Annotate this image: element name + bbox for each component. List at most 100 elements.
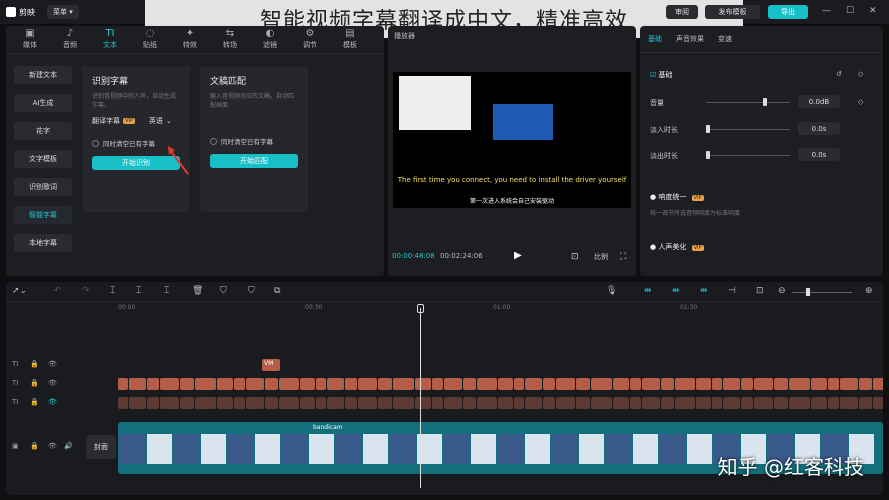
review-button[interactable]: 审阅 (666, 5, 698, 19)
subtitle-clip[interactable] (316, 397, 326, 409)
text-clip[interactable]: VM (262, 359, 280, 371)
subtitle-clip[interactable] (789, 378, 810, 390)
start-match-button[interactable]: 开始匹配 (210, 154, 298, 168)
subtitle-clip[interactable] (147, 378, 159, 390)
tab-speed[interactable]: 变速 (718, 34, 732, 44)
subtitle-clip[interactable] (415, 397, 431, 409)
subtitle-clip[interactable] (129, 378, 146, 390)
basic-section[interactable]: ☑ 基础 (650, 70, 673, 80)
split-icon[interactable]: ⌶ (110, 286, 115, 296)
subtitle-clip[interactable] (591, 378, 612, 390)
subtitle-clip[interactable] (556, 378, 575, 390)
undo-icon[interactable]: ↶ (54, 286, 62, 296)
minimize-icon[interactable]: — (822, 6, 831, 16)
subtitle-clip[interactable] (118, 378, 128, 390)
subtitle-clip[interactable] (543, 397, 555, 409)
subtitle-clip[interactable] (498, 397, 513, 409)
subtitle-clip[interactable] (393, 378, 414, 390)
lock-icon[interactable]: 🔒 (30, 398, 39, 406)
volume-knob[interactable] (763, 98, 767, 106)
subtitle-clip[interactable] (432, 378, 443, 390)
subtitle-clip[interactable] (463, 397, 476, 409)
subtitle-clip[interactable] (642, 397, 660, 409)
subtitle-clip[interactable] (741, 378, 753, 390)
subtitle-clip[interactable] (859, 378, 872, 390)
eye-icon[interactable]: 👁 (48, 379, 57, 387)
microphone-icon[interactable]: 🎙 (606, 286, 617, 296)
subtitle-clip[interactable] (630, 397, 641, 409)
tab-media[interactable]: ▣ 媒体 (10, 28, 50, 53)
tab-text[interactable]: TI 文本 (90, 28, 130, 53)
subtitle-clip[interactable] (754, 378, 773, 390)
subtitle-clip[interactable] (811, 378, 827, 390)
mark-icon[interactable]: ⛉ (248, 286, 255, 296)
subtitle-clip[interactable] (525, 397, 542, 409)
fadeout-value[interactable]: 0.0s (798, 148, 840, 161)
subtitle-clip[interactable] (234, 378, 245, 390)
tab-adjust[interactable]: ⚙ 调节 (290, 28, 330, 53)
subtitle-clip[interactable] (160, 378, 179, 390)
subtitle-clip[interactable] (576, 378, 590, 390)
subtitle-clip[interactable] (279, 378, 299, 390)
subtitle-clip[interactable] (774, 397, 788, 409)
subtitle-clip[interactable] (859, 397, 872, 409)
subtitle-clip[interactable] (217, 397, 233, 409)
tab-filter[interactable]: ◐ 滤镜 (250, 28, 290, 53)
zoom-out-icon[interactable]: ⊖ (778, 286, 786, 296)
subtitle-clip[interactable] (195, 397, 216, 409)
subtitle-clip[interactable] (789, 397, 810, 409)
keyframe-icon[interactable]: ◇ (858, 70, 863, 78)
subtitle-clip[interactable] (393, 397, 414, 409)
subtitle-clip[interactable] (840, 378, 858, 390)
subtitle-clip[interactable] (316, 378, 326, 390)
subtitle-clip[interactable] (828, 378, 839, 390)
subtitle-clip[interactable] (723, 378, 740, 390)
eye-icon[interactable]: 👁 (48, 360, 57, 368)
split-left-icon[interactable]: ⌶ (136, 286, 141, 296)
eye-icon[interactable]: 👁 (48, 398, 57, 406)
subtitle-clip[interactable] (543, 378, 555, 390)
split-right-icon[interactable]: ⌶ (164, 286, 169, 296)
sidebar-item-lyrics[interactable]: 识别歌词 (14, 178, 72, 196)
play-icon[interactable]: ▶ (514, 250, 522, 261)
subtitle-clip[interactable] (712, 397, 722, 409)
subtitle-clip[interactable] (300, 378, 315, 390)
subtitle-clip[interactable] (444, 378, 462, 390)
fadeout-slider[interactable] (706, 155, 790, 156)
fullscreen-scan-icon[interactable]: ⊡ (571, 252, 579, 262)
subtitle-clip[interactable] (378, 397, 392, 409)
export-button[interactable]: 导出 (768, 5, 808, 19)
language-select[interactable]: 英语 (149, 116, 163, 126)
keyframe-icon[interactable]: ◇ (858, 98, 863, 106)
crop-icon[interactable]: ⧉ (274, 286, 280, 296)
linkage-icon[interactable]: ⇹ (700, 286, 708, 296)
subtitle-clip[interactable] (613, 378, 629, 390)
subtitle-clip[interactable] (873, 378, 883, 390)
menu-button[interactable]: 菜单 ▾ (47, 5, 79, 19)
subtitle-clip[interactable] (195, 378, 216, 390)
fadein-value[interactable]: 0.0s (798, 122, 840, 135)
subtitle-clip[interactable] (345, 397, 357, 409)
subtitle-clip[interactable] (217, 378, 233, 390)
subtitle-clip[interactable] (642, 378, 660, 390)
tab-basic[interactable]: 基础 (648, 34, 662, 44)
video-preview[interactable]: The first time you connect, you need to … (393, 72, 631, 208)
subtitle-clip[interactable] (118, 397, 128, 409)
fadein-slider[interactable] (706, 129, 790, 130)
time-ruler[interactable]: 00:00 00:30 01:00 01:30 (118, 304, 883, 316)
lock-icon[interactable]: 🔒 (30, 379, 39, 387)
zoom-in-icon[interactable]: ⊕ (865, 286, 873, 296)
subtitle-clip[interactable] (265, 397, 278, 409)
subtitle-clip[interactable] (514, 378, 524, 390)
subtitle-clip[interactable] (477, 397, 497, 409)
subtitle-clip[interactable] (828, 397, 839, 409)
subtitle-clip[interactable] (723, 397, 740, 409)
subtitle-clip[interactable] (675, 378, 695, 390)
subtitle-clip[interactable] (444, 397, 462, 409)
subtitle-clip[interactable] (525, 378, 542, 390)
subtitle-clip[interactable] (463, 378, 476, 390)
publish-template-button[interactable]: 发布模板 (705, 5, 760, 19)
sidebar-item-new-text[interactable]: 新建文本 (14, 66, 72, 84)
sidebar-item-ai[interactable]: AI生成 (14, 94, 72, 112)
subtitle-clip[interactable] (246, 378, 264, 390)
